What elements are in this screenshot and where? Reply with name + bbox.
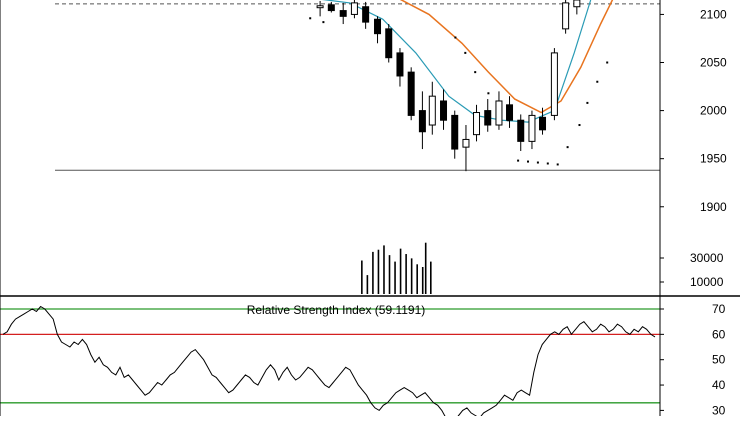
sar-point — [556, 163, 559, 166]
candle-body — [428, 95, 436, 126]
sar-point — [454, 36, 457, 39]
sar-point — [464, 51, 467, 54]
candle-body — [573, 0, 581, 8]
volume-tick-label: 30000 — [690, 251, 724, 265]
stock-chart: 2100 2050 2000 1950 1900 30000 10000 70 60 50 40 3… — [0, 0, 740, 421]
candle-body — [385, 28, 393, 59]
candle-body — [339, 10, 347, 17]
price-tick-label: 1900 — [700, 200, 727, 214]
candle-body — [484, 110, 492, 126]
candle-body — [462, 138, 470, 148]
sar-point — [487, 92, 490, 95]
candle-body — [473, 112, 481, 136]
candle-body — [316, 5, 324, 9]
rsi-title: Relative Strength Index (59.1191) — [247, 303, 426, 317]
candle-body — [350, 2, 358, 15]
ma-short-line — [321, 0, 592, 123]
rsi-tick-label: 50 — [712, 353, 726, 367]
rsi-line — [2, 305, 656, 421]
sar-point — [474, 71, 477, 74]
chart-area: 2100 2050 2000 1950 1900 30000 10000 70 60 50 40 3… — [0, 0, 740, 421]
candle-body — [396, 52, 404, 77]
candle-body — [440, 100, 448, 121]
candle-body — [418, 110, 426, 133]
sar-point — [566, 146, 569, 149]
volume-tick-label: 10000 — [690, 275, 724, 289]
sar-point — [527, 160, 529, 163]
candle-body — [362, 6, 370, 23]
candle-body — [495, 100, 503, 126]
candle-body — [562, 2, 570, 30]
sar-point — [309, 17, 312, 20]
price-tick-label: 2100 — [700, 7, 727, 21]
sar-point — [606, 61, 609, 64]
candle-body — [506, 104, 514, 121]
sar-point — [578, 124, 581, 127]
sar-point — [517, 159, 520, 162]
candle-body — [539, 116, 547, 131]
candle-body — [374, 18, 382, 35]
candle-body — [517, 119, 525, 142]
candle-body — [451, 114, 459, 150]
candle-body — [327, 4, 335, 12]
price-panel: 2100 2050 2000 1950 1900 30000 10000 — [55, 0, 727, 294]
ma-long-line — [399, 0, 614, 114]
sar-point — [586, 101, 589, 104]
sar-point — [546, 162, 549, 165]
rsi-tick-label: 60 — [712, 327, 726, 341]
price-tick-label: 2000 — [700, 104, 727, 118]
price-tick-label: 2050 — [700, 56, 727, 70]
sar-point — [596, 80, 599, 83]
rsi-tick-label: 70 — [712, 302, 726, 316]
price-tick-label: 1950 — [700, 152, 727, 166]
rsi-panel: 70 60 50 40 30 Relative Strength Index (59.11… — [0, 302, 726, 421]
sar-point — [322, 21, 325, 24]
sar-point — [536, 161, 539, 164]
candle-body — [550, 52, 558, 116]
rsi-tick-label: 40 — [712, 378, 726, 392]
candle-body — [407, 71, 415, 116]
rsi-tick-label: 30 — [712, 403, 726, 416]
candle-body — [528, 114, 536, 142]
